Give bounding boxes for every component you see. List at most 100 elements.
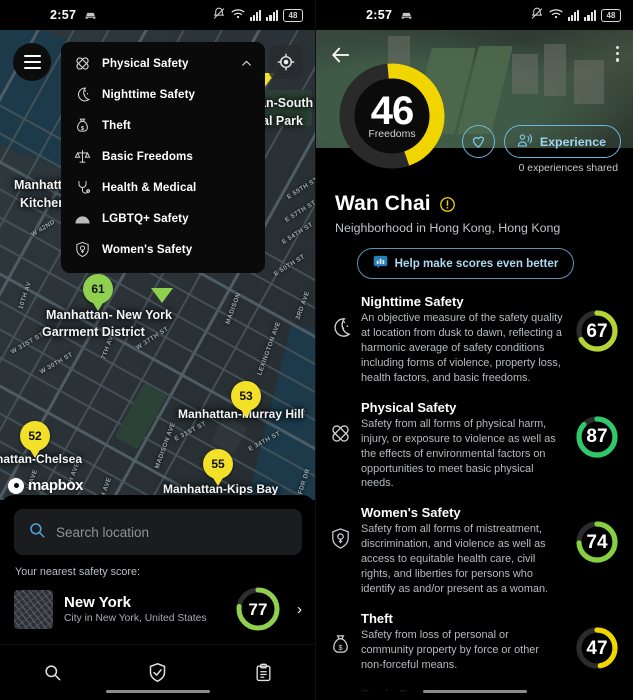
category-title: Women's Safety [361,505,461,521]
map-marker-score[interactable]: 53 [231,381,261,419]
dropdown-item-label: Health & Medical [102,181,197,194]
more-options-button[interactable] [615,46,619,62]
heart-icon [472,136,484,148]
map-marker-score[interactable]: 52 [20,421,50,459]
money-bag-icon: $ [327,611,353,656]
nearest-score-value: 77 [248,599,268,619]
category-title: Physical Safety [361,399,457,415]
category-score-value: 74 [586,531,608,553]
category-row-theft[interactable]: $ Theft Safety from loss of personal or … [316,611,633,673]
moon-stars-icon [74,86,91,103]
women-shield-icon [327,505,353,550]
reports-tab[interactable] [211,663,315,682]
mapbox-icon [8,477,24,494]
scales-icon [74,148,91,165]
place-subtitle: Neighborhood in Hong Kong, Hong Kong [335,221,561,235]
overall-score-ring: 46 Freedoms [338,62,446,170]
mute-bell-icon [212,7,226,23]
status-time: 2:57 [366,8,393,22]
mapbox-attribution[interactable]: mapbox [8,477,84,494]
locate-icon [277,53,295,71]
bandage-icon [327,400,353,445]
dropdown-item-physical-safety[interactable]: Physical Safety [61,48,265,79]
category-score-ring: 74 [571,505,623,565]
category-row-nighttime-safety[interactable]: Nighttime Safety An objective measure of… [316,294,633,386]
locate-button[interactable] [269,45,303,79]
alert-circle-icon[interactable] [439,196,456,213]
mapbox-label: mapbox [28,477,84,494]
experiences-shared-count: 0 experiences shared [518,163,618,174]
category-score-ring: 67 [571,294,623,354]
dropdown-item-label: Theft [102,119,131,132]
clipboard-icon [256,663,271,682]
nearest-subtitle: City in New York, United States [64,613,207,624]
category-score-value: 87 [586,426,608,448]
place-detail-screen: 2:57 48 46 Freedoms Experience 0 experie… [316,0,633,700]
experience-button[interactable]: Experience [503,125,621,158]
location-thumbnail [14,589,53,629]
category-row-womens-safety[interactable]: Women's Safety Safety from all forms of … [316,505,633,597]
category-row-physical-safety[interactable]: Physical Safety Safety from all forms of… [316,400,633,492]
status-bar-left: 2:57 48 [0,0,315,30]
bottom-fade [316,674,633,700]
map-marker-score[interactable]: 55 [203,449,233,487]
battery-icon: 48 [601,8,621,22]
home-indicator [422,689,527,693]
money-bag-icon: $ [74,117,91,134]
hero-action-group: Experience 0 experiences shared [461,125,621,174]
experience-button-label: Experience [539,134,606,149]
status-bar-right: 2:57 48 [316,0,633,30]
women-shield-icon [74,241,91,258]
dropdown-item-health-medical[interactable]: Health & Medical [61,172,265,203]
dropdown-item-womens-safety[interactable]: Women's Safety [61,234,265,265]
search-input[interactable]: Search location [14,509,302,555]
safety-category-dropdown[interactable]: Physical Safety Nighttime Safety $ Theft [61,42,265,273]
dual-screenshot: 2:57 48 E 59TH ST E 57TH ST E 54TH ST E … [0,0,633,700]
safety-tab[interactable] [105,662,210,683]
nearest-title: New York [64,594,131,611]
map-marker-plain[interactable] [151,288,173,304]
moon-stars-icon [327,294,353,339]
map-screen: 2:57 48 E 59TH ST E 57TH ST E 54TH ST E … [0,0,316,700]
menu-button[interactable] [13,43,51,81]
battery-icon: 48 [283,8,303,22]
dropdown-item-basic-freedoms[interactable]: Basic Freedoms [61,141,265,172]
dropdown-item-lgbtq-safety[interactable]: LGBTQ+ Safety [61,203,265,234]
dropdown-item-label: LGBTQ+ Safety [102,212,189,225]
nearest-text: New York City in New York, United States [64,594,223,624]
search-tab[interactable] [0,663,105,682]
nearest-score-row[interactable]: New York City in New York, United States… [14,585,302,633]
category-score-ring: 47 [571,611,623,671]
safety-category-list: Nighttime Safety An objective measure of… [316,294,633,700]
dropdown-item-nighttime-safety[interactable]: Nighttime Safety [61,79,265,110]
favorite-button[interactable] [461,125,495,158]
overall-score-value: 46 [370,89,414,133]
category-title: Nighttime Safety [361,294,464,309]
nearest-score-ring: 77 [234,585,282,633]
category-title: Theft [361,611,393,627]
dropdown-item-label: Physical Safety [102,57,189,70]
wifi-icon [549,8,563,22]
home-indicator [105,689,210,693]
chevron-up-icon[interactable] [240,57,253,70]
category-score-value: 67 [586,320,608,342]
bandage-icon [74,55,91,72]
shield-check-icon [150,662,166,683]
overall-score-label: Freedoms [368,128,416,140]
status-icons: 48 [212,7,303,23]
nearest-score-label: Your nearest safety score: [15,566,141,578]
category-description: Safety from all forms of physical harm, … [361,417,556,490]
category-description: Safety from loss of personal or communit… [361,629,539,671]
status-time: 2:57 [50,8,77,22]
dropdown-item-label: Women's Safety [102,243,193,256]
page-title: Wan Chai [335,192,431,215]
chevron-right-icon[interactable]: › [297,601,302,618]
dropdown-item-theft[interactable]: $ Theft [61,110,265,141]
help-improve-scores-button[interactable]: Help make scores even better [356,248,575,279]
signal-bars-icon [249,9,262,21]
search-placeholder: Search location [56,524,150,540]
map-marker-score[interactable]: 61 [83,274,113,312]
wifi-icon [231,8,245,22]
dropdown-item-label: Nighttime Safety [102,88,196,101]
category-score-ring: 87 [571,400,623,460]
